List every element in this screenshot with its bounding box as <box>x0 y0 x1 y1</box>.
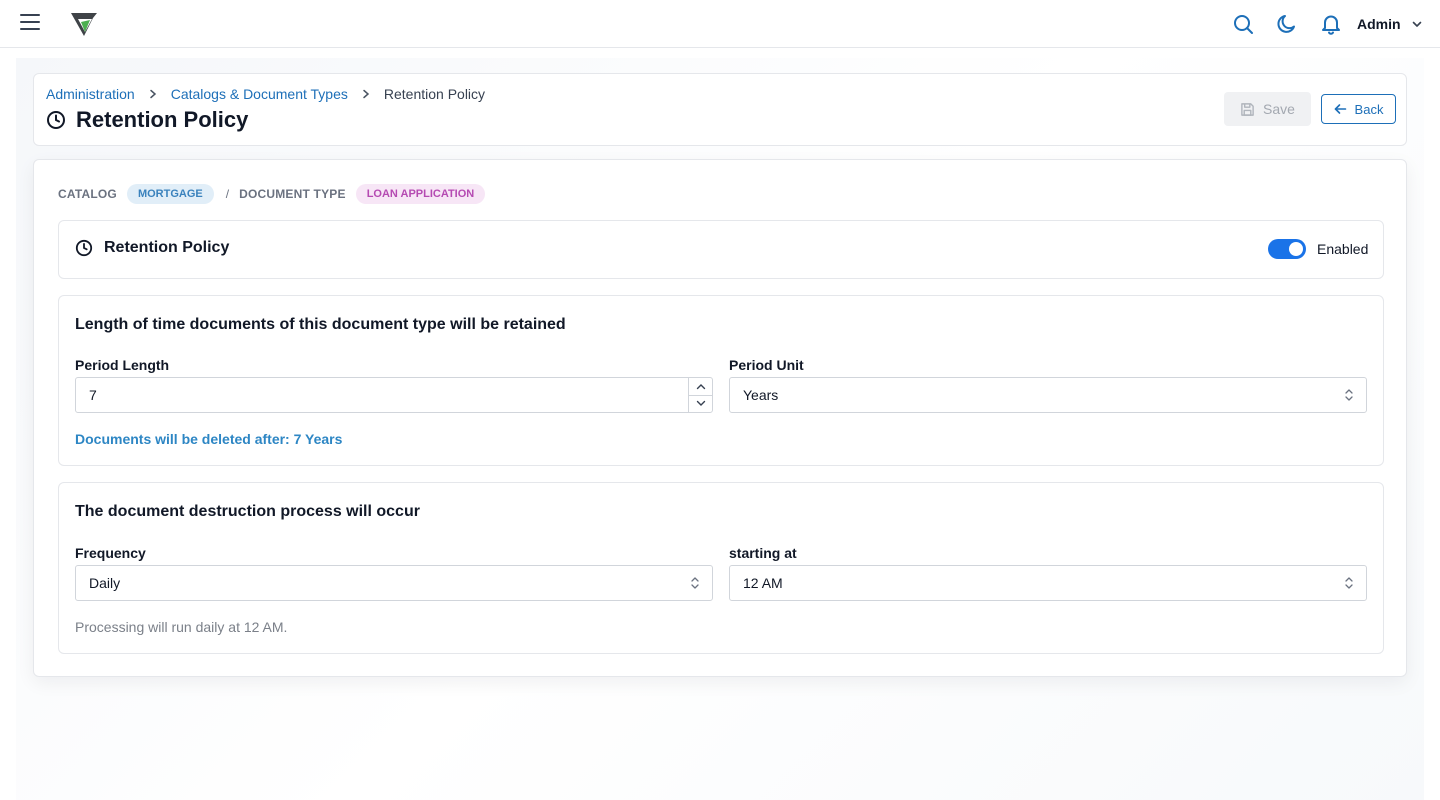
chevron-up-icon <box>696 383 705 389</box>
enabled-label: Enabled <box>1317 241 1369 257</box>
period-length-stepper <box>688 378 712 412</box>
policy-title: Retention Policy <box>75 239 229 257</box>
starting-at-value: 12 AM <box>743 575 783 591</box>
retention-policy-card: CATALOG MORTGAGE / DOCUMENT TYPE LOAN AP… <box>33 159 1407 677</box>
page-title-row: Retention Policy <box>46 107 248 133</box>
doctype-badge: LOAN APPLICATION <box>355 184 486 204</box>
catalog-label: CATALOG <box>58 187 117 201</box>
period-unit-value: Years <box>743 387 779 403</box>
period-unit-select[interactable]: Years <box>729 377 1367 413</box>
moon-icon[interactable] <box>1276 13 1298 35</box>
starting-at-label: starting at <box>729 545 797 561</box>
chevron-down-icon <box>1412 21 1421 27</box>
doctype-label: DOCUMENT TYPE <box>239 187 346 201</box>
destruction-section: The document destruction process will oc… <box>58 482 1384 654</box>
bell-icon[interactable] <box>1320 13 1342 35</box>
clock-icon <box>47 111 65 129</box>
chevron-down-icon <box>696 401 705 407</box>
breadcrumb-administration[interactable]: Administration <box>46 86 135 102</box>
back-button[interactable]: Back <box>1321 94 1396 124</box>
select-chevrons-icon <box>1345 577 1353 589</box>
top-navbar: Admin <box>0 0 1440 48</box>
policy-toggle-section: Retention Policy Enabled <box>58 220 1384 279</box>
save-label: Save <box>1263 101 1295 117</box>
enabled-toggle[interactable] <box>1268 239 1306 259</box>
period-unit-label: Period Unit <box>729 357 804 373</box>
processing-summary: Processing will run daily at 12 AM. <box>75 619 288 635</box>
frequency-select[interactable]: Daily <box>75 565 713 601</box>
increment-button[interactable] <box>689 378 712 395</box>
meta-separator: / <box>225 187 230 201</box>
page-title: Retention Policy <box>76 107 249 132</box>
decrement-button[interactable] <box>689 394 712 413</box>
frequency-label: Frequency <box>75 545 146 561</box>
menu-icon[interactable] <box>20 14 40 32</box>
search-icon[interactable] <box>1232 13 1254 35</box>
save-button[interactable]: Save <box>1224 92 1311 126</box>
breadcrumb-separator <box>149 86 157 102</box>
arrow-left-icon <box>1334 104 1346 114</box>
breadcrumb-catalogs[interactable]: Catalogs & Document Types <box>171 86 348 102</box>
user-name: Admin <box>1357 16 1401 32</box>
retention-length-section: Length of time documents of this documen… <box>58 295 1384 466</box>
app-logo[interactable] <box>68 8 100 40</box>
period-length-input[interactable]: 7 <box>75 377 713 413</box>
clock-icon <box>75 239 93 257</box>
period-length-label: Period Length <box>75 357 170 373</box>
page-header: Administration Catalogs & Document Types… <box>33 73 1407 146</box>
breadcrumb-separator <box>362 86 370 102</box>
policy-title-text: Retention Policy <box>104 239 230 256</box>
period-length-value: 7 <box>89 387 97 403</box>
frequency-value: Daily <box>89 575 121 591</box>
destruction-heading: The document destruction process will oc… <box>75 503 420 520</box>
catalog-badge: MORTGAGE <box>126 184 214 204</box>
toggle-knob <box>1289 242 1303 256</box>
length-heading: Length of time documents of this documen… <box>75 316 566 333</box>
document-meta: CATALOG MORTGAGE / DOCUMENT TYPE LOAN AP… <box>58 184 486 204</box>
select-chevrons-icon <box>691 577 699 589</box>
save-icon <box>1241 102 1254 116</box>
user-menu[interactable]: Admin <box>1357 14 1423 34</box>
back-label: Back <box>1354 101 1384 117</box>
breadcrumb-current: Retention Policy <box>383 86 486 102</box>
starting-at-select[interactable]: 12 AM <box>729 565 1367 601</box>
deletion-summary: Documents will be deleted after: 7 Years <box>75 431 343 447</box>
select-chevrons-icon <box>1345 389 1353 401</box>
breadcrumb: Administration Catalogs & Document Types… <box>46 86 485 102</box>
